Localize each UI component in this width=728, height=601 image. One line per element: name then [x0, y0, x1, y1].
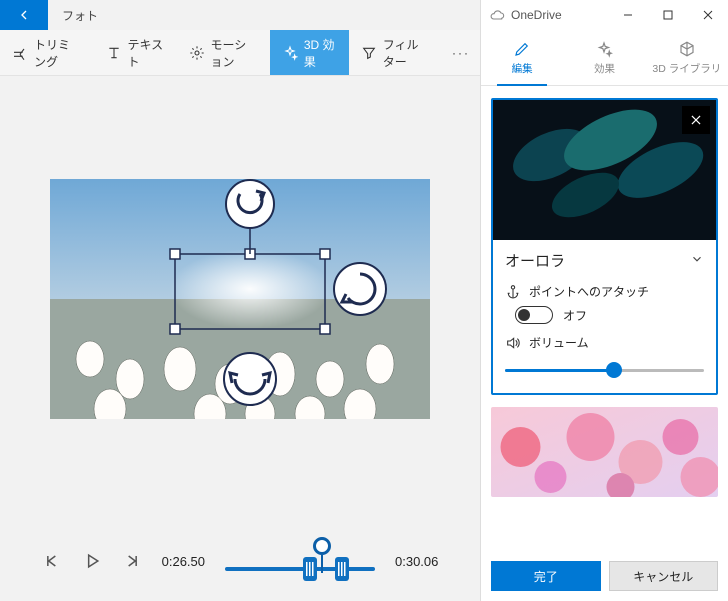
right-titlebar: OneDrive — [481, 0, 728, 30]
volume-label: ボリューム — [529, 334, 589, 351]
tab-label: 編集 — [512, 61, 533, 76]
window-minimize-button[interactable] — [608, 0, 648, 30]
trim-icon — [12, 45, 28, 61]
app-title: フォト — [62, 7, 98, 24]
tool-text[interactable]: テキスト — [94, 30, 177, 75]
rotate-top-handle — [226, 180, 274, 228]
slider-thumb[interactable] — [606, 362, 622, 378]
tool-label: フィルター — [383, 36, 430, 70]
toggle-state-label: オフ — [563, 307, 587, 324]
rotate-right-handle — [334, 263, 386, 315]
tab-effect[interactable]: 効果 — [563, 30, 645, 85]
effect-card: オーロラ ポイントへのアタッチ オフ ボリューム — [491, 98, 718, 395]
tool-label: 3D 効果 — [304, 36, 337, 70]
time-current: 0:26.50 — [162, 554, 205, 569]
playhead[interactable] — [313, 537, 331, 555]
more-icon: ··· — [452, 46, 470, 60]
trim-end-handle[interactable] — [335, 557, 349, 581]
anchor-icon — [505, 284, 521, 300]
tool-label: トリミング — [34, 36, 82, 70]
trim-start-handle[interactable] — [303, 557, 317, 581]
titlebar: フォト — [0, 0, 480, 30]
canvas[interactable] — [0, 76, 480, 521]
tool-more[interactable]: ··· — [442, 30, 480, 75]
right-tabs: 編集 効果 3D ライブラリ — [481, 30, 728, 86]
next-frame-button[interactable] — [122, 551, 142, 571]
time-total: 0:30.06 — [395, 554, 438, 569]
window-maximize-button[interactable] — [648, 0, 688, 30]
tab-label: 3D ライブラリ — [652, 61, 721, 76]
right-title: OneDrive — [511, 8, 562, 22]
onedrive-icon — [489, 7, 505, 23]
chevron-down-icon[interactable] — [690, 252, 704, 270]
pencil-icon — [513, 40, 531, 58]
tool-motion[interactable]: モーション — [177, 30, 270, 75]
play-button[interactable] — [82, 551, 102, 571]
timeline: 0:26.50 0:30.06 — [0, 521, 480, 601]
tool-label: テキスト — [128, 36, 165, 70]
tool-filter[interactable]: フィルター — [349, 30, 442, 75]
tab-label: 効果 — [594, 61, 615, 76]
toolbar: トリミング テキスト モーション 3D 効果 フィルター ··· — [0, 30, 480, 76]
rotate-bottom-handle — [224, 353, 276, 405]
tool-trim[interactable]: トリミング — [0, 30, 94, 75]
motion-icon — [189, 45, 205, 61]
cancel-button[interactable]: キャンセル — [609, 561, 719, 591]
effect-preview[interactable] — [493, 100, 716, 240]
window-close-button[interactable] — [688, 0, 728, 30]
tab-edit[interactable]: 編集 — [481, 30, 563, 85]
effect-thumbnail[interactable] — [491, 407, 718, 497]
attach-toggle[interactable] — [515, 306, 553, 324]
tool-label: モーション — [211, 36, 258, 70]
close-card-button[interactable] — [682, 106, 710, 134]
sparkle-icon — [595, 40, 613, 58]
volume-slider[interactable] — [505, 361, 704, 379]
effect-title: オーロラ — [505, 250, 565, 271]
back-button[interactable] — [0, 0, 48, 30]
sparkle-icon — [282, 45, 298, 61]
attach-label: ポイントへのアタッチ — [529, 283, 649, 300]
done-button[interactable]: 完了 — [491, 561, 601, 591]
timeline-track[interactable] — [225, 541, 375, 581]
tool-3d-effect[interactable]: 3D 効果 — [270, 30, 349, 75]
prev-frame-button[interactable] — [42, 551, 62, 571]
text-icon — [106, 45, 122, 61]
filter-icon — [361, 45, 377, 61]
volume-icon — [505, 335, 521, 351]
cube-icon — [678, 40, 696, 58]
tab-3d-library[interactable]: 3D ライブラリ — [646, 30, 728, 85]
